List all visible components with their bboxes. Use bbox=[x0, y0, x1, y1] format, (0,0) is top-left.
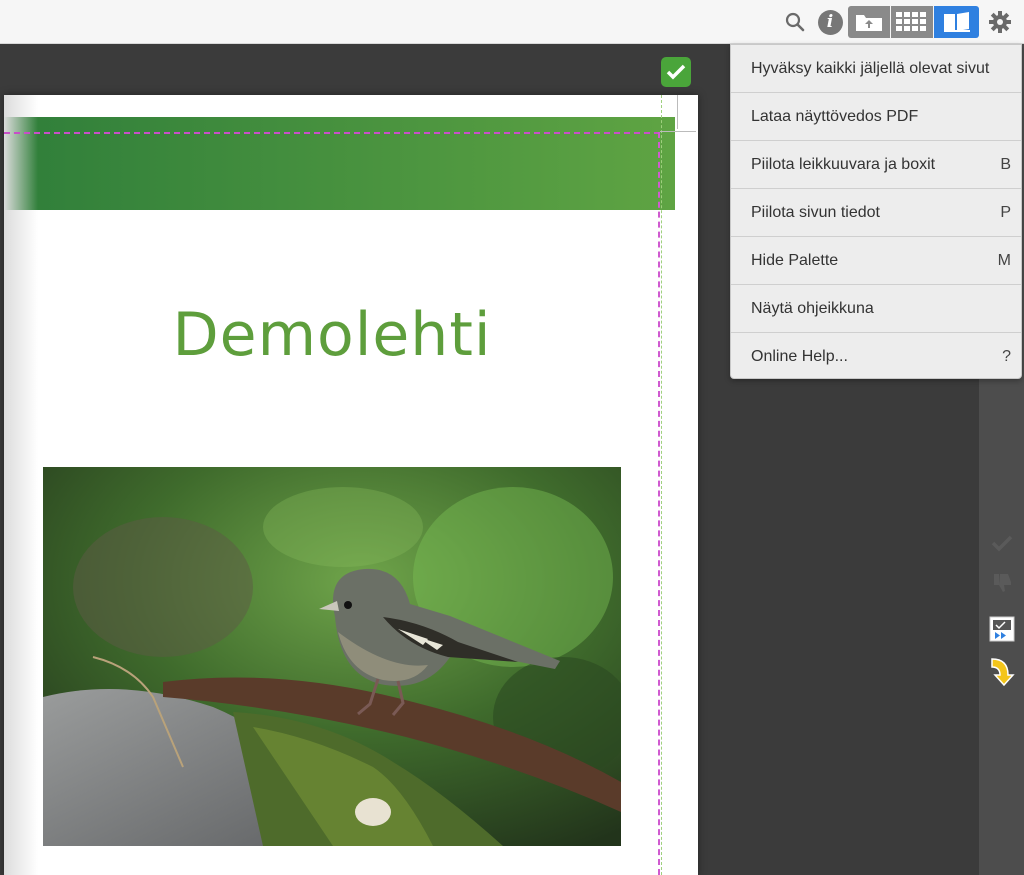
view-mode-group bbox=[848, 6, 979, 38]
menu-item-hide-page-info[interactable]: Piilota sivun tiedot P bbox=[731, 189, 1021, 237]
settings-menu: Hyväksy kaikki jäljellä olevat sivut Lat… bbox=[730, 44, 1022, 379]
menu-item-shortcut: M bbox=[997, 251, 1011, 269]
page-gutter-shade bbox=[4, 95, 38, 875]
bleed-box-right bbox=[661, 95, 662, 875]
forward-page-icon[interactable] bbox=[979, 614, 1024, 644]
menu-item-label: Piilota sivun tiedot bbox=[751, 203, 880, 221]
menu-item-label: Piilota leikkuuvara ja boxit bbox=[751, 155, 936, 173]
menu-item-hide-bleed[interactable]: Piilota leikkuuvara ja boxit B bbox=[731, 141, 1021, 189]
upload-view-button[interactable] bbox=[848, 6, 891, 38]
menu-item-show-help-window[interactable]: Näytä ohjeikkuna bbox=[731, 285, 1021, 333]
trim-box-top bbox=[4, 132, 660, 134]
page-approved-badge[interactable] bbox=[661, 57, 691, 87]
gear-icon[interactable] bbox=[986, 6, 1014, 38]
grid-view-button[interactable] bbox=[891, 6, 934, 38]
book-view-button[interactable] bbox=[934, 6, 979, 38]
approve-check-icon[interactable] bbox=[979, 528, 1024, 558]
menu-item-hide-palette[interactable]: Hide Palette M bbox=[731, 237, 1021, 285]
crop-mark-vertical bbox=[677, 95, 678, 129]
upload-view-icon bbox=[856, 15, 882, 31]
info-icon[interactable]: i bbox=[816, 6, 844, 38]
next-arrow-icon[interactable] bbox=[979, 656, 1024, 687]
search-icon[interactable] bbox=[782, 6, 808, 38]
menu-item-shortcut: ? bbox=[1002, 348, 1011, 365]
menu-item-label: Online Help... bbox=[751, 348, 848, 365]
menu-item-label: Lataa näyttövedos PDF bbox=[751, 107, 919, 125]
menu-item-label: Hyväksy kaikki jäljellä olevat sivut bbox=[751, 59, 990, 77]
bird-photo bbox=[43, 467, 621, 846]
header-banner bbox=[4, 117, 675, 210]
menu-item-approve-all[interactable]: Hyväksy kaikki jäljellä olevat sivut bbox=[731, 45, 1021, 93]
menu-item-label: Näytä ohjeikkuna bbox=[751, 299, 874, 317]
check-icon bbox=[666, 64, 686, 80]
menu-item-online-help[interactable]: Online Help... ? bbox=[731, 333, 1021, 381]
menu-item-label: Hide Palette bbox=[751, 251, 839, 269]
top-toolbar: i bbox=[0, 0, 1024, 44]
menu-item-download-pdf[interactable]: Lataa näyttövedos PDF bbox=[731, 93, 1021, 141]
book-view-icon bbox=[943, 12, 970, 32]
page-title: Demolehti bbox=[172, 300, 492, 370]
grid-view-icon bbox=[896, 12, 926, 31]
reject-thumb-icon[interactable] bbox=[979, 568, 1024, 598]
menu-item-shortcut: P bbox=[1000, 203, 1011, 221]
crop-mark-horizontal bbox=[660, 131, 696, 132]
trim-box-right bbox=[658, 132, 660, 875]
menu-item-shortcut: B bbox=[1000, 155, 1011, 173]
page-preview[interactable]: Demolehti bbox=[4, 95, 698, 875]
